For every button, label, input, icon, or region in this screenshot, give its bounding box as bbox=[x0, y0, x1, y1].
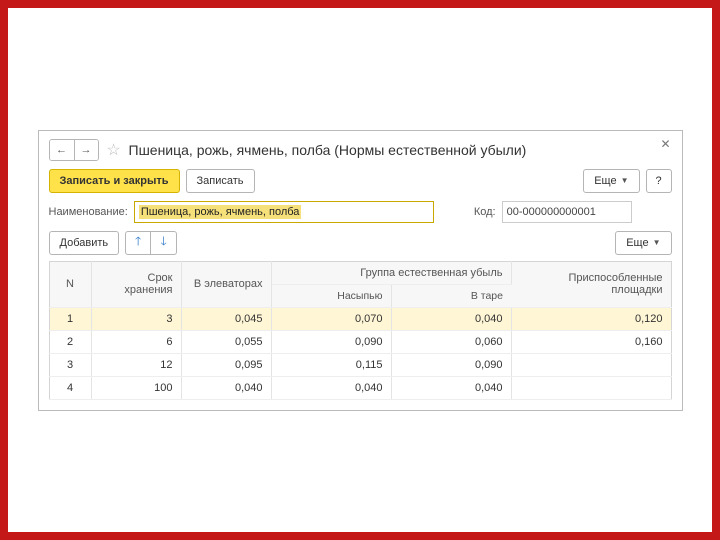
form-window: ✕ ← → ☆ Пшеница, рожь, ячмень, полба (Но… bbox=[38, 130, 683, 411]
table-toolbar: Добавить 🡑 🡓 Еще ▼ bbox=[49, 231, 672, 255]
more-table-label: Еще bbox=[626, 237, 648, 249]
page-title: Пшеница, рожь, ячмень, полба (Нормы есте… bbox=[129, 142, 527, 158]
col-bag: В таре bbox=[391, 284, 511, 307]
name-label: Наименование: bbox=[49, 206, 128, 218]
forward-button[interactable]: → bbox=[74, 140, 98, 160]
save-button[interactable]: Записать bbox=[186, 169, 255, 193]
name-value-selected: Пшеница, рожь, ячмень, полба bbox=[139, 205, 302, 219]
table-row[interactable]: 1 3 0,045 0,070 0,040 0,120 bbox=[49, 307, 671, 330]
outer-frame: ✕ ← → ☆ Пшеница, рожь, ячмень, полба (Но… bbox=[0, 0, 720, 540]
name-input[interactable]: Пшеница, рожь, ячмень, полба bbox=[134, 201, 434, 223]
move-buttons: 🡑 🡓 bbox=[125, 231, 177, 255]
rates-table: N Срок хранения В элеваторах Группа есте… bbox=[49, 261, 672, 400]
table-row[interactable]: 4 100 0,040 0,040 0,040 bbox=[49, 376, 671, 399]
close-icon[interactable]: ✕ bbox=[658, 137, 674, 153]
more-button-top[interactable]: Еще ▼ bbox=[583, 169, 639, 193]
code-value: 00-000000000001 bbox=[507, 206, 596, 218]
save-close-button[interactable]: Записать и закрыть bbox=[49, 169, 180, 193]
col-elevators: В элеваторах bbox=[181, 261, 271, 307]
chevron-down-icon: ▼ bbox=[621, 176, 629, 185]
favorite-star-icon[interactable]: ☆ bbox=[105, 141, 123, 159]
main-toolbar: Записать и закрыть Записать Еще ▼ ? bbox=[49, 169, 672, 193]
help-button[interactable]: ? bbox=[646, 169, 672, 193]
code-label: Код: bbox=[474, 206, 496, 218]
table-row[interactable]: 3 12 0,095 0,115 0,090 bbox=[49, 353, 671, 376]
more-label: Еще bbox=[594, 175, 616, 187]
chevron-down-icon: ▼ bbox=[653, 238, 661, 247]
title-row: ← → ☆ Пшеница, рожь, ячмень, полба (Норм… bbox=[49, 139, 672, 161]
col-adapted: Приспособленные площадки bbox=[511, 261, 671, 307]
col-bulk: Насыпью bbox=[271, 284, 391, 307]
table-row[interactable]: 2 6 0,055 0,090 0,060 0,160 bbox=[49, 330, 671, 353]
fields-row: Наименование: Пшеница, рожь, ячмень, пол… bbox=[49, 201, 672, 223]
nav-buttons: ← → bbox=[49, 139, 99, 161]
move-down-button[interactable]: 🡓 bbox=[151, 231, 177, 255]
move-up-button[interactable]: 🡑 bbox=[125, 231, 151, 255]
code-input[interactable]: 00-000000000001 bbox=[502, 201, 632, 223]
add-row-button[interactable]: Добавить bbox=[49, 231, 120, 255]
col-storage: Срок хранения bbox=[91, 261, 181, 307]
back-button[interactable]: ← bbox=[50, 140, 74, 160]
col-n: N bbox=[49, 261, 91, 307]
more-button-table[interactable]: Еще ▼ bbox=[615, 231, 671, 255]
table-body: 1 3 0,045 0,070 0,040 0,120 2 6 0,055 0,… bbox=[49, 307, 671, 399]
col-group: Группа естественная убыль bbox=[271, 261, 511, 284]
